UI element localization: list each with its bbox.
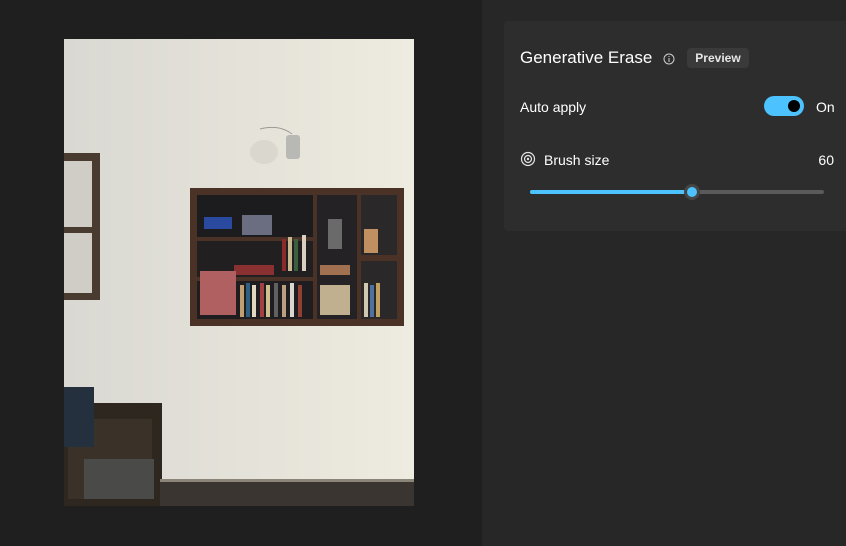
- panel-header: Generative Erase Preview: [520, 47, 749, 69]
- preview-badge: Preview: [687, 48, 749, 68]
- brush-size-label: Brush size: [544, 152, 610, 168]
- brush-size-value: 60: [818, 152, 834, 168]
- generative-erase-panel: Generative Erase Preview Auto apply On B…: [504, 21, 846, 231]
- slider-thumb[interactable]: [683, 184, 700, 200]
- image-canvas[interactable]: [0, 0, 482, 546]
- target-icon: [520, 151, 536, 167]
- slider-fill: [530, 190, 692, 194]
- panel-title: Generative Erase: [520, 48, 653, 67]
- brush-size-slider[interactable]: [530, 184, 824, 200]
- auto-apply-toggle[interactable]: [764, 96, 804, 116]
- photo[interactable]: [64, 39, 414, 506]
- info-icon[interactable]: [663, 52, 675, 65]
- toggle-knob: [788, 100, 800, 112]
- auto-apply-label: Auto apply: [520, 99, 587, 115]
- room-photo: [64, 39, 414, 506]
- side-pane: Generative Erase Preview Auto apply On B…: [482, 0, 846, 546]
- auto-apply-state: On: [816, 99, 835, 115]
